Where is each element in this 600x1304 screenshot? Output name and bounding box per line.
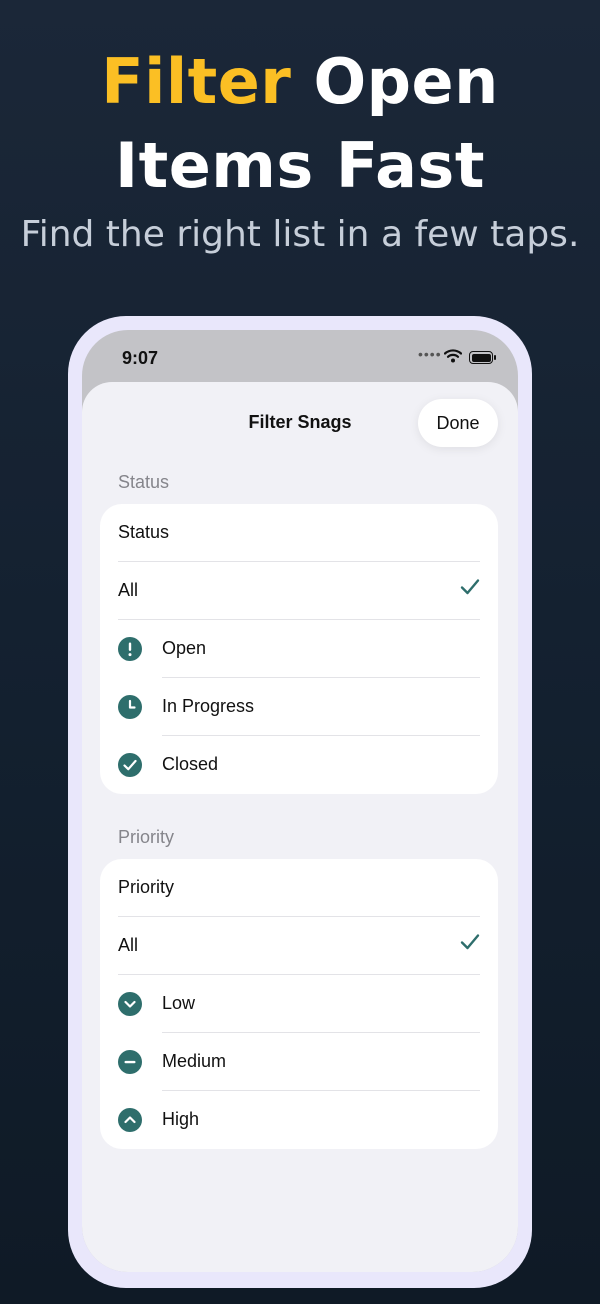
checkmark-icon [460,579,480,595]
checkmark-circle-icon [118,753,142,777]
priority-title-row: Priority [100,859,498,917]
headline-accent: Filter [101,45,292,118]
option-label: Low [162,993,196,1013]
priority-section-header: Priority [118,827,175,847]
priority-card: Priority All Low Medium High [100,859,498,1149]
priority-option-high[interactable]: High [100,1091,498,1149]
headline-line2: Items Fast [115,129,485,202]
option-label: All [118,580,139,600]
minus-circle-icon [118,1050,142,1074]
filter-sheet: Filter Snags Done Status Status All Open… [82,382,518,1272]
status-option-closed[interactable]: Closed [100,736,498,794]
option-label: Closed [162,754,219,774]
status-time: 9:07 [122,348,159,368]
option-label: Open [162,638,207,658]
chevron-down-circle-icon [118,992,142,1016]
promo-headline: Filter Open Items Fast [0,40,600,208]
option-label: Medium [162,1051,227,1071]
option-label: In Progress [162,696,255,716]
status-title-row: Status [100,504,498,562]
chevron-up-circle-icon [118,1108,142,1132]
promo-subheadline: Find the right list in a few taps. [20,214,580,255]
done-button[interactable]: Done [418,399,498,447]
status-section-header: Status [118,472,170,492]
option-label: High [162,1109,200,1129]
battery-icon [469,351,496,364]
option-label: All [118,935,139,955]
status-option-open[interactable]: Open [100,620,498,678]
priority-option-medium[interactable]: Medium [100,1033,498,1091]
headline-line1-rest: Open [291,45,499,118]
wifi-icon [444,349,462,363]
checkmark-icon [460,934,480,950]
status-title: Status [118,522,170,542]
clock-icon [118,695,142,719]
cellular-signal-icon: •••• [418,346,442,362]
status-card: Status All Open In Progress Closed [100,504,498,794]
status-option-in-progress[interactable]: In Progress [100,678,498,736]
priority-option-low[interactable]: Low [100,975,498,1033]
exclamation-circle-icon [118,637,142,661]
priority-title: Priority [118,877,175,897]
status-bar: 9:07 •••• [82,330,518,384]
status-option-all[interactable]: All [100,562,498,620]
priority-option-all[interactable]: All [100,917,498,975]
phone-frame: 9:07 •••• Filter Snags Done Status Statu… [68,316,532,1288]
phone-screen: 9:07 •••• Filter Snags Done Status Statu… [82,330,518,1272]
